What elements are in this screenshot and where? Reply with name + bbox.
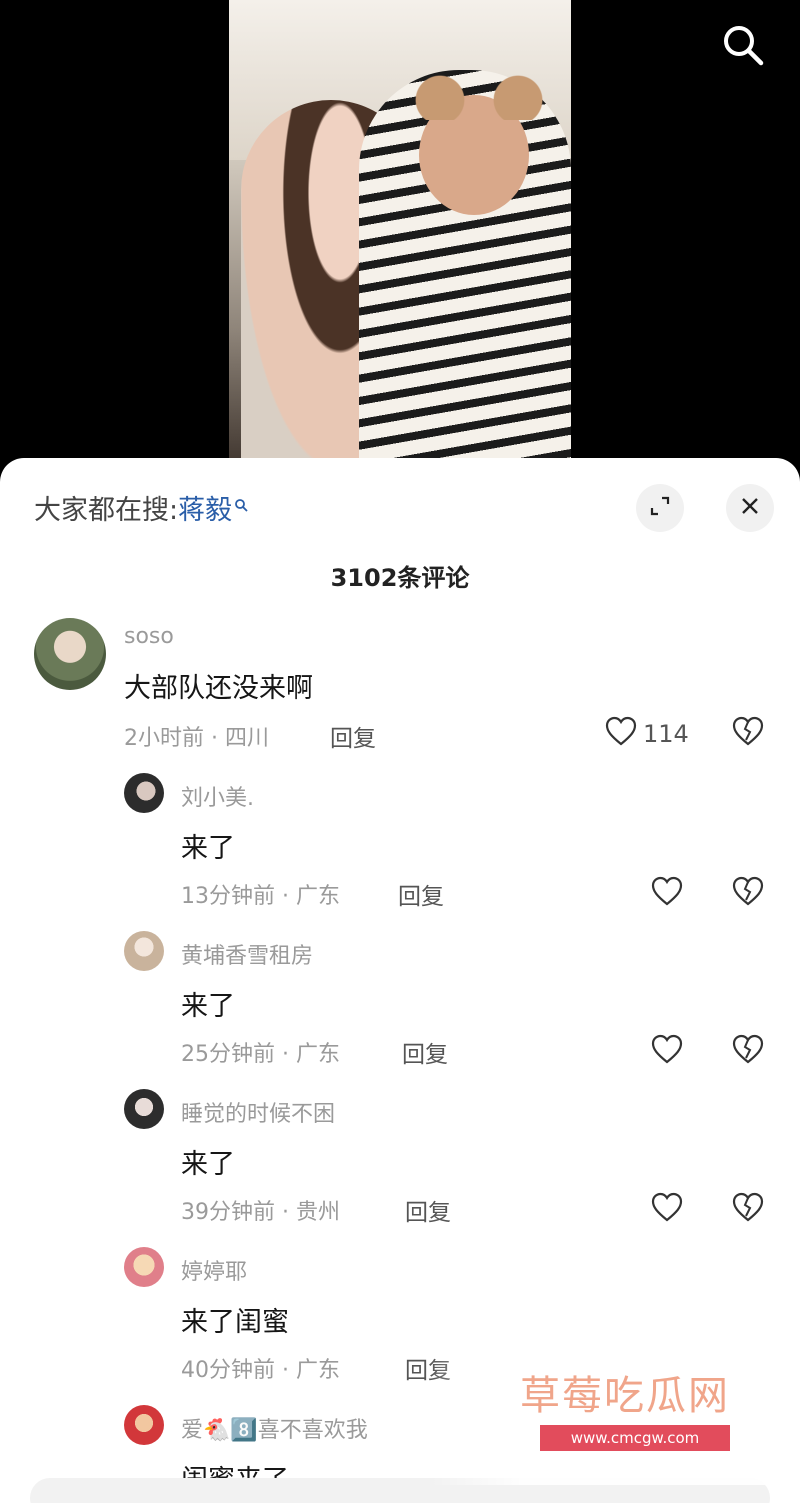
like-button[interactable] — [651, 1192, 683, 1228]
dislike-button[interactable] — [732, 1192, 764, 1226]
heart-icon — [651, 1034, 683, 1070]
search-small-icon — [234, 488, 248, 512]
comment-text: 来了 — [181, 1149, 235, 1180]
trending-search[interactable]: 大家都在搜:蒋毅 — [34, 488, 248, 528]
search-icon[interactable] — [720, 22, 766, 68]
video-player[interactable] — [0, 0, 800, 470]
like-button[interactable]: 114 — [605, 716, 689, 752]
dislike-button[interactable] — [732, 1034, 764, 1068]
broken-heart-icon — [732, 876, 764, 910]
comment-meta: 40分钟前 · 广东 — [181, 1358, 340, 1383]
comment-text: 大部队还没来啊 — [124, 673, 313, 704]
reply-button[interactable]: 回复 — [330, 719, 376, 753]
avatar[interactable] — [124, 773, 164, 813]
comment-username[interactable]: 刘小美. — [181, 780, 254, 812]
broken-heart-icon — [732, 1034, 764, 1068]
comment-meta: 25分钟前 · 广东 — [181, 1042, 340, 1067]
like-count: 114 — [643, 720, 689, 748]
broken-heart-icon — [732, 1192, 764, 1226]
close-icon — [738, 494, 762, 522]
comment-meta: 39分钟前 · 贵州 — [181, 1200, 340, 1225]
avatar[interactable] — [124, 931, 164, 971]
avatar[interactable] — [34, 618, 106, 690]
heart-icon — [651, 1192, 683, 1228]
comment-text: 来了闺蜜 — [181, 1307, 289, 1338]
reply-button[interactable]: 回复 — [402, 1035, 448, 1069]
watermark: 草莓吃瓜网 www.cmcgw.com — [430, 1355, 800, 1485]
avatar[interactable] — [124, 1405, 164, 1445]
broken-heart-icon — [732, 716, 764, 750]
comment-username[interactable]: 婷婷耶 — [181, 1254, 247, 1286]
trending-prefix: 大家都在搜: — [34, 495, 179, 526]
close-button[interactable] — [726, 484, 774, 532]
comment-username[interactable]: 睡觉的时候不困 — [181, 1096, 335, 1128]
watermark-title: 草莓吃瓜网 — [520, 1373, 730, 1419]
dislike-button[interactable] — [732, 716, 764, 750]
reply-button[interactable]: 回复 — [405, 1193, 451, 1227]
avatar[interactable] — [124, 1247, 164, 1287]
like-button[interactable] — [651, 1034, 683, 1070]
comment-text: 来了 — [181, 991, 235, 1022]
dislike-button[interactable] — [732, 876, 764, 910]
expand-icon — [648, 494, 672, 522]
avatar[interactable] — [124, 1089, 164, 1129]
reply-button[interactable]: 回复 — [398, 877, 444, 911]
watermark-url: www.cmcgw.com — [540, 1425, 730, 1451]
like-button[interactable] — [651, 876, 683, 912]
comment-username[interactable]: 爱🐔8️⃣喜不喜欢我 — [181, 1412, 368, 1444]
comment-meta: 2小时前 · 四川 — [124, 726, 269, 751]
comment-meta: 13分钟前 · 广东 — [181, 884, 340, 909]
comment-username[interactable]: 黄埔香雪租房 — [181, 938, 313, 970]
comment-sheet: 大家都在搜:蒋毅 3102条评论 soso 大部队还没来啊 2小时前 · 四川 … — [0, 458, 800, 1503]
video-frame — [229, 0, 571, 470]
heart-icon — [605, 716, 637, 752]
trending-keyword[interactable]: 蒋毅 — [178, 495, 232, 526]
comment-text: 来了 — [181, 833, 235, 864]
expand-button[interactable] — [636, 484, 684, 532]
heart-icon — [651, 876, 683, 912]
comment-count: 3102条评论 — [330, 564, 470, 592]
comment-username[interactable]: soso — [124, 624, 174, 649]
